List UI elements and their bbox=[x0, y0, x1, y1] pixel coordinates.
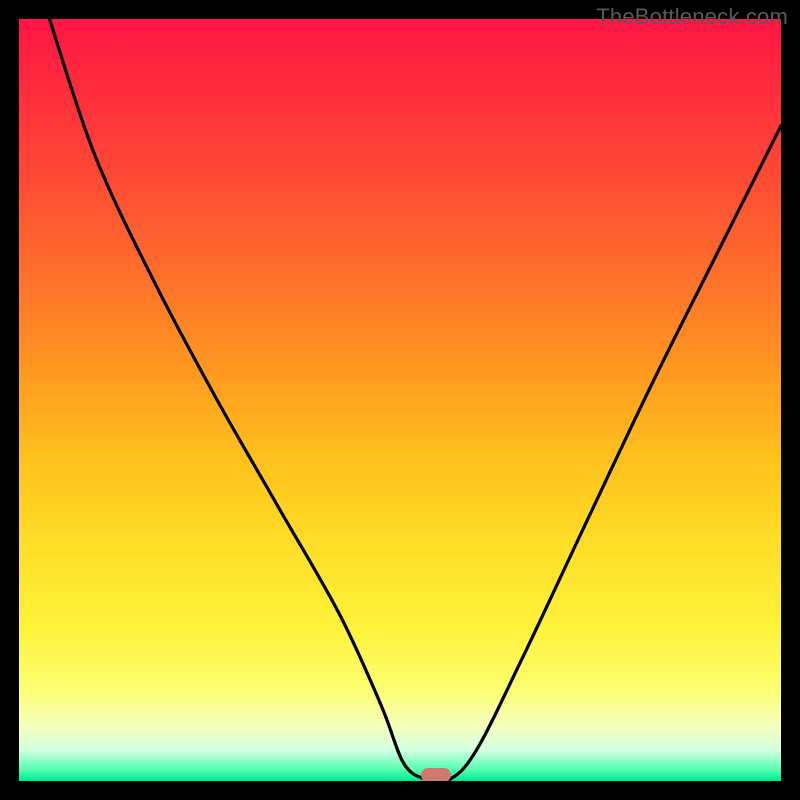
optimal-marker bbox=[421, 768, 451, 781]
plot-area bbox=[19, 19, 781, 781]
curve-svg bbox=[19, 19, 781, 781]
watermark-text: TheBottleneck.com bbox=[596, 4, 788, 30]
bottleneck-curve-path bbox=[50, 19, 782, 781]
